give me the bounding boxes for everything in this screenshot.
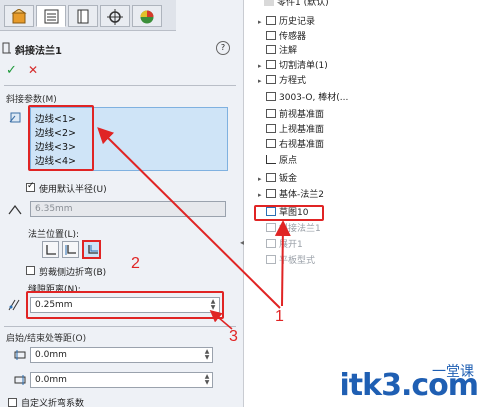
annotation-arrows: [97, 127, 291, 330]
watermark-logo: itk3.com: [339, 368, 479, 403]
